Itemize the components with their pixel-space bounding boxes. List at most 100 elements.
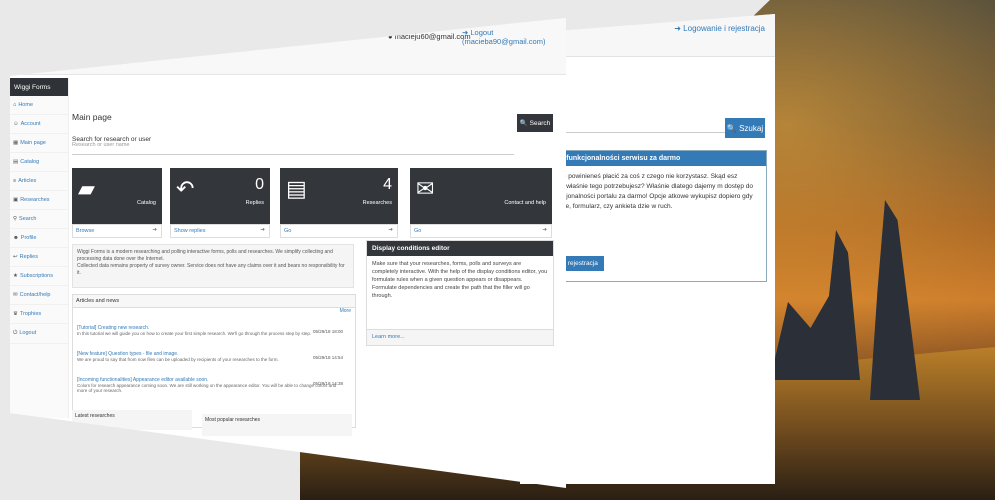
arrow-circle-icon: ➔ (542, 227, 547, 233)
page-title: Main page (72, 112, 112, 122)
tile-count: 4 (383, 176, 392, 193)
search-button[interactable]: 🔍 Search (517, 114, 553, 132)
article-date: 05/29/18 14:54 (312, 355, 343, 360)
sidebar-item-label: Logout (19, 330, 37, 336)
arrow-circle-icon: ➔ (388, 227, 393, 233)
articles-more-link[interactable]: More (340, 308, 351, 314)
dashboard-tiles: ▰ Catalog Browse ➔ ↶ 0 Replies Show repli… (72, 168, 554, 238)
latest-researches-box: Latest researches (72, 410, 192, 430)
folder-icon: ▰ (78, 176, 95, 201)
tile-label: Replies (245, 200, 264, 206)
brand-label: Wiggi Forms (14, 83, 51, 91)
sidebar-item-account[interactable]: ☺ Account (10, 115, 68, 134)
main-topbar: ● macieju60@gmail.com ➜ Logout (macieba9… (10, 18, 566, 75)
tile-link-go[interactable]: Go ➔ (280, 224, 398, 238)
arrow-circle-icon: ➔ (152, 227, 157, 233)
article-item: [Incoming functionalities] Appearance ed… (77, 377, 347, 393)
article-desc: Colors for research appearance coming so… (77, 383, 337, 393)
sidebar-item-label: Subscriptions (19, 273, 53, 279)
article-desc: In this tutorial we will guide you on ho… (77, 331, 312, 336)
catalog-icon: ▤ (13, 159, 19, 165)
articles-box: Articles and news More [Tutorial] Creati… (72, 294, 356, 428)
article-item: [Tutorial] Creating new research. In thi… (77, 325, 347, 336)
reply-icon: ↶ (176, 176, 195, 201)
szukaj-label: Szukaj (739, 123, 764, 133)
tile-link-browse[interactable]: Browse ➔ (72, 224, 162, 238)
sidebar-item-label: Main page (20, 140, 46, 146)
sidebar-item-label: Profile (20, 235, 37, 241)
researches-icon: ▣ (13, 197, 19, 203)
tile-label: Researches (362, 200, 392, 206)
sidebar-item-label: Catalog (20, 159, 40, 165)
sidebar-item-main-page[interactable]: ▦ Main page (10, 134, 68, 153)
tile-catalog[interactable]: ▰ Catalog Browse ➔ (72, 168, 162, 238)
tile-researches[interactable]: ▤ 4 Researches Go ➔ (280, 168, 398, 238)
editor-title: Display conditions editor (367, 241, 553, 256)
articles-title: Articles and news (73, 295, 355, 308)
sidebar-item-label: Trophies (19, 311, 42, 317)
conditions-editor-box: Display conditions editor Make sure that… (366, 240, 554, 346)
popular-researches-box: Most popular researches (202, 414, 352, 436)
sidebar-item-articles[interactable]: ≡ Articles (10, 172, 68, 191)
sidebar-item-label: Search (19, 216, 37, 222)
sign-in-icon: ➜ (674, 24, 681, 33)
sidebar-item-subscriptions[interactable]: ★ Subscriptions (10, 267, 68, 286)
tile-label: Contact and help (504, 200, 546, 206)
logout-link[interactable]: ➜ Logout (macieba90@gmail.com) (462, 28, 566, 46)
profile-icon: ☻ (13, 235, 19, 241)
tile-replies[interactable]: ↶ 0 Replies Show replies ➔ (170, 168, 270, 238)
szukaj-button[interactable]: 🔍 Szukaj (725, 118, 765, 138)
sidebar-item-logout[interactable]: ⏻ Logout (10, 324, 68, 344)
sidebar-item-replies[interactable]: ↩ Replies (10, 248, 68, 267)
sidebar: Wiggi Forms ⌂ Home ☺ Account ▦ Main page ▤ C… (10, 78, 69, 418)
scene: ➜ Logowanie i rejestracja 🔍 Szukaj ywaj … (0, 0, 995, 500)
logout-icon: ⏻ (13, 330, 18, 336)
search-button-label: Search (529, 119, 551, 127)
sidebar-item-researches[interactable]: ▣ Researches (10, 191, 68, 210)
brand[interactable]: Wiggi Forms (10, 78, 68, 96)
sidebar-item-search[interactable]: ⚲ Search (10, 210, 68, 229)
login-register-label: Logowanie i rejestracja (683, 24, 765, 33)
latest-title: Latest researches (75, 413, 115, 419)
sidebar-item-label: Account (20, 121, 41, 127)
sidebar-item-catalog[interactable]: ▤ Catalog (10, 153, 68, 172)
subscription-icon: ★ (13, 273, 18, 279)
tile-contact[interactable]: ✉ Contact and help Go ➔ (410, 168, 552, 238)
sidebar-item-profile[interactable]: ☻ Profile (10, 229, 68, 248)
tile-link-show-replies[interactable]: Show replies ➔ (170, 224, 270, 238)
tile-label: Catalog (137, 200, 156, 206)
articles-icon: ≡ (13, 178, 17, 184)
sidebar-item-trophies[interactable]: ♛ Trophies (10, 305, 68, 324)
sidebar-item-label: Replies (19, 254, 38, 260)
envelope-icon: ✉ (416, 176, 435, 201)
intro-line: Wiggi Forms is a modern researching and … (77, 249, 333, 262)
user-email[interactable]: ● macieju60@gmail.com (388, 32, 471, 41)
login-register-link[interactable]: ➜ Logowanie i rejestracja (674, 24, 765, 33)
user-icon: ● (388, 32, 393, 41)
search-input[interactable]: Research or user name (72, 142, 514, 155)
replies-icon: ↩ (13, 254, 18, 260)
article-desc: We are proud to say that from now files … (77, 357, 279, 362)
main-page-icon: ▦ (13, 140, 19, 146)
sidebar-item-home[interactable]: ⌂ Home (10, 96, 68, 115)
article-date: 05/29/18 18:00 (312, 329, 343, 334)
article-date: 05/29/18 14:38 (312, 381, 343, 386)
user-email-label: macieju60@gmail.com (394, 32, 471, 41)
intro-box: Wiggi Forms is a modern researching and … (72, 244, 354, 288)
contact-icon: ✉ (13, 292, 18, 298)
tile-link-go[interactable]: Go ➔ (410, 224, 552, 238)
intro-line: Collected data remains property of surve… (77, 263, 345, 276)
search-icon: 🔍 (726, 123, 740, 133)
editor-body: Make sure that your researches, forms, p… (372, 261, 548, 299)
tile-link-label: Show replies (174, 228, 206, 234)
home-icon: ⌂ (13, 102, 17, 108)
sidebar-item-label: Articles (18, 178, 37, 184)
tile-link-label: Go (284, 228, 292, 234)
logout-label: Logout (macieba90@gmail.com) (462, 28, 546, 46)
learn-more-link[interactable]: Learn more... (367, 329, 553, 345)
tile-link-label: Browse (76, 228, 95, 234)
trophy-icon: ♛ (13, 311, 18, 317)
rock-pinnacle (870, 200, 920, 400)
tile-count: 0 (255, 176, 264, 193)
sidebar-item-contact[interactable]: ✉ Contact/help (10, 286, 68, 305)
